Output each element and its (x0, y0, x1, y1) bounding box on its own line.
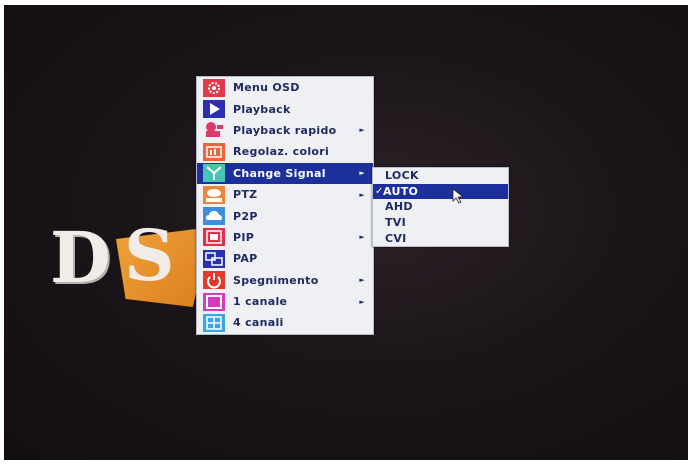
menu-item-pip[interactable]: PIP ► (197, 227, 373, 248)
menu-item-pap[interactable]: PAP (197, 248, 373, 269)
menu-item-regolaz-colori[interactable]: Regolaz. colori (197, 141, 373, 162)
ptz-icon (199, 185, 229, 204)
submenu-item-label: LOCK (385, 169, 419, 183)
menu-item-label: Playback rapido (233, 123, 337, 137)
signal-antenna-icon (199, 164, 229, 183)
mouse-cursor-icon (452, 188, 465, 204)
submenu-arrow-icon: ► (359, 233, 365, 242)
signal-option-auto[interactable]: ✓ AUTO (373, 183, 508, 200)
osd-main-menu: Menu OSD Playback Playback rapido ► Rego… (196, 76, 374, 335)
menu-item-label: 1 canale (233, 295, 288, 309)
menu-item-p2p[interactable]: P2P (197, 205, 373, 226)
play-icon (199, 100, 229, 119)
submenu-item-label: TVI (385, 216, 407, 230)
submenu-arrow-icon: ► (359, 190, 365, 199)
menu-item-label: 4 canali (233, 316, 284, 330)
menu-item-1-canale[interactable]: 1 canale ► (197, 291, 373, 312)
menu-item-4-canali[interactable]: 4 canali (197, 312, 373, 333)
menu-item-label: PAP (233, 252, 258, 266)
menu-item-menu-osd[interactable]: Menu OSD (197, 77, 373, 98)
submenu-arrow-icon: ► (359, 297, 365, 306)
pip-icon (199, 228, 229, 247)
menu-osd-icon (199, 78, 229, 97)
menu-item-label: Menu OSD (233, 81, 300, 95)
menu-item-label: Playback (233, 102, 291, 116)
signal-option-ahd[interactable]: AHD (373, 199, 508, 215)
single-channel-icon (199, 292, 229, 311)
checkmark-icon: ✓ (375, 185, 384, 197)
change-signal-submenu: LOCK ✓ AUTO AHD TVI CVI (372, 167, 509, 247)
signal-option-cvi[interactable]: CVI (373, 230, 508, 246)
submenu-arrow-icon: ► (359, 126, 365, 135)
menu-item-label: Spegnimento (233, 273, 319, 287)
submenu-item-label: AHD (385, 200, 413, 214)
submenu-arrow-icon: ► (359, 169, 365, 178)
menu-item-label: P2P (233, 209, 258, 223)
submenu-item-label: AUTO (383, 184, 419, 198)
menu-item-label: Regolaz. colori (233, 145, 330, 159)
submenu-item-label: CVI (385, 231, 407, 245)
cloud-icon (199, 207, 229, 226)
menu-item-change-signal[interactable]: Change Signal ► (197, 162, 373, 184)
menu-item-playback-rapido[interactable]: Playback rapido ► (197, 120, 373, 141)
signal-option-tvi[interactable]: TVI (373, 215, 508, 231)
menu-item-label: PIP (233, 230, 255, 244)
menu-item-playback[interactable]: Playback (197, 98, 373, 119)
logo-letter-s: S (124, 214, 175, 297)
menu-item-label: Change Signal (233, 166, 326, 180)
menu-item-spegnimento[interactable]: Spegnimento ► (197, 270, 373, 291)
pap-icon (199, 249, 229, 268)
submenu-arrow-icon: ► (359, 276, 365, 285)
logo-letter-d: D (50, 216, 111, 299)
menu-item-ptz[interactable]: PTZ ► (197, 184, 373, 205)
signal-option-lock[interactable]: LOCK (373, 168, 508, 184)
menu-item-label: PTZ (233, 188, 258, 202)
fast-playback-icon (199, 121, 229, 140)
quad-channel-icon (199, 313, 229, 332)
power-icon (199, 271, 229, 290)
color-adjust-icon (199, 142, 229, 161)
